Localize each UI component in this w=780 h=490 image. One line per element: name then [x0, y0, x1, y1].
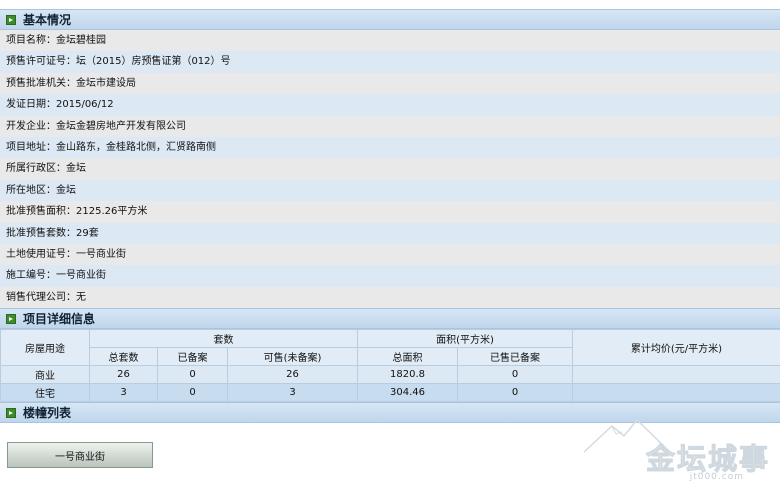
info-construction-no: 施工编号：一号商业街	[0, 265, 780, 287]
col-total-units: 总套数	[89, 347, 158, 367]
info-issue-date: 发证日期：2015/06/12	[0, 94, 780, 116]
info-area-location: 所在地区：金坛	[0, 179, 780, 202]
watermark-logo: 金坛城事 jt000.com	[583, 418, 772, 488]
col-available-units: 可售(未备案)	[227, 347, 358, 367]
info-project-name: 项目名称：金坛碧桂园	[0, 30, 780, 52]
cell-filed: 0	[157, 365, 228, 385]
cell-usage: 商业	[0, 365, 90, 385]
col-usage: 房屋用途	[0, 329, 90, 367]
info-address: 项目地址：金山路东，金桂路北侧，汇贤路南侧	[0, 136, 780, 159]
info-permit-number: 预售许可证号：坛（2015）房预售证第（012）号	[0, 51, 780, 73]
col-filed-units: 已备案	[157, 347, 228, 367]
cell-filed: 0	[157, 383, 228, 403]
cell-sold: 0	[457, 383, 573, 403]
table-row: 住宅 3 0 3 304.46 0	[0, 383, 780, 403]
cell-area: 304.46	[357, 383, 458, 403]
arrow-icon	[6, 313, 16, 324]
info-developer: 开发企业：金坛金碧房地产开发有限公司	[0, 115, 780, 137]
col-avg-price: 累计均价(元/平方米)	[572, 329, 780, 367]
buildings-title: 楼幢列表	[23, 406, 72, 421]
building-button[interactable]: 一号商业街	[7, 442, 153, 468]
cell-area: 1820.8	[357, 365, 458, 385]
col-units: 套数	[89, 329, 358, 349]
col-sold-filed: 已售已备案	[457, 347, 573, 367]
table-row: 商业 26 0 26 1820.8 0	[0, 365, 780, 385]
detail-title: 项目详细信息	[23, 312, 96, 327]
cell-available: 26	[227, 365, 358, 385]
cell-sold: 0	[457, 365, 573, 385]
info-sales-agent: 销售代理公司：无	[0, 286, 780, 309]
cell-available: 3	[227, 383, 358, 403]
info-approved-area: 批准预售面积：2125.26平方米	[0, 201, 780, 223]
info-district: 所属行政区：金坛	[0, 158, 780, 180]
col-area: 面积(平方米)	[357, 329, 573, 349]
detail-table: 房屋用途 套数 面积(平方米) 累计均价(元/平方米) 总套数 已备案 可售(未…	[0, 329, 780, 403]
basic-info-title: 基本情况	[23, 13, 72, 27]
cell-usage: 住宅	[0, 383, 90, 403]
cell-total: 26	[89, 365, 158, 385]
top-spacer	[0, 0, 780, 9]
detail-header: 项目详细信息	[0, 308, 780, 330]
info-land-cert: 土地使用证号：一号商业街	[0, 243, 780, 266]
arrow-icon	[6, 407, 16, 418]
info-approval-authority: 预售批准机关：金坛市建设局	[0, 72, 780, 95]
basic-info-list: 项目名称：金坛碧桂园 预售许可证号：坛（2015）房预售证第（012）号 预售批…	[0, 30, 780, 309]
col-total-area: 总面积	[357, 347, 458, 367]
basic-info-header: 基本情况	[0, 9, 780, 30]
cell-total: 3	[89, 383, 158, 403]
info-approved-units: 批准预售套数：29套	[0, 222, 780, 244]
cell-avg	[572, 365, 780, 385]
cell-avg	[572, 383, 780, 403]
arrow-icon	[6, 14, 16, 25]
watermark-url: jt000.com	[689, 472, 744, 482]
table-header-row: 房屋用途 套数 面积(平方米) 累计均价(元/平方米)	[0, 329, 780, 367]
